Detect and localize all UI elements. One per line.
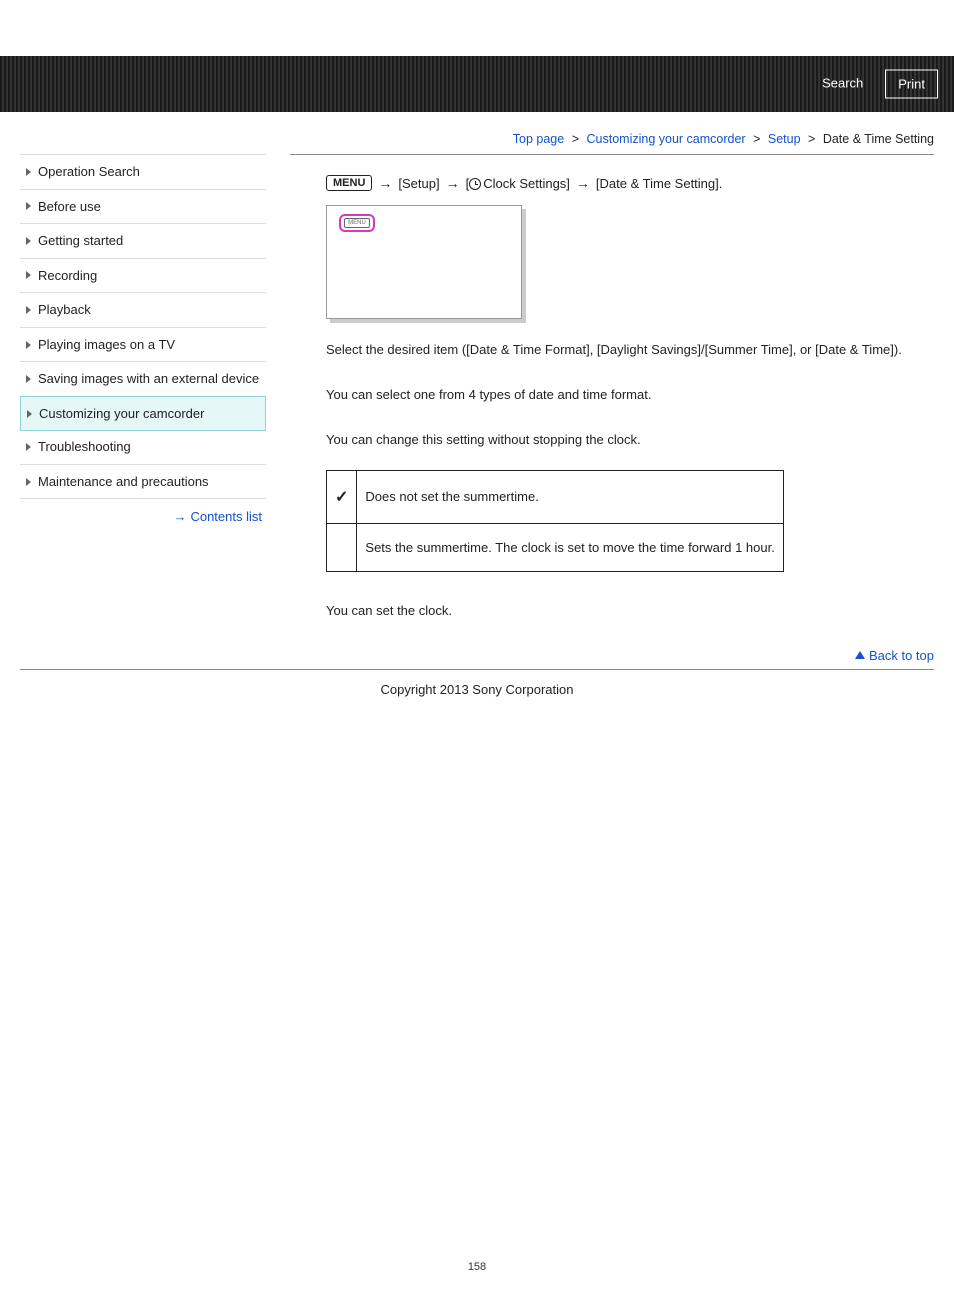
sidebar-item[interactable]: Before use [20, 190, 266, 225]
screen-illustration: MENU [326, 205, 522, 319]
top-bar: Search Print [0, 56, 954, 112]
table-row: ✓ Does not set the summertime. [327, 470, 784, 523]
sidebar-item[interactable]: Playback [20, 293, 266, 328]
arrow-right-icon: → [173, 509, 186, 524]
sidebar-item[interactable]: Recording [20, 259, 266, 294]
triangle-up-icon [855, 651, 865, 659]
menu-badge-icon: MENU [326, 175, 372, 191]
clock-icon [469, 178, 481, 190]
sidebar: Operation SearchBefore useGetting starte… [20, 154, 266, 640]
table-row: Sets the summertime. The clock is set to… [327, 523, 784, 571]
sidebar-item[interactable]: Operation Search [20, 155, 266, 190]
arrow-icon: → [446, 175, 460, 191]
page-number: 158 [0, 1261, 954, 1273]
select-desired-text: Select the desired item ([Date & Time Fo… [326, 341, 934, 360]
mini-menu-label: MENU [344, 218, 370, 228]
path-target: [Date & Time Setting]. [596, 176, 722, 191]
format-note-text: You can select one from 4 types of date … [326, 386, 934, 405]
sidebar-item[interactable]: Troubleshooting [20, 430, 266, 465]
print-button[interactable]: Print [885, 70, 938, 99]
path-setup: [Setup] [398, 176, 439, 191]
summer-intro-text: You can change this setting without stop… [326, 431, 934, 450]
breadcrumb-link-setup[interactable]: Setup [768, 132, 801, 146]
sidebar-item[interactable]: Saving images with an external device [20, 362, 266, 397]
option-on-text: Sets the summertime. The clock is set to… [357, 523, 783, 571]
sidebar-item[interactable]: Playing images on a TV [20, 328, 266, 363]
option-off-text: Does not set the summertime. [357, 470, 783, 523]
back-to-top-link[interactable]: Back to top [0, 640, 954, 667]
main-content: MENU → [Setup] → [Clock Settings] → [Dat… [290, 154, 934, 640]
checkmark-icon: ✓ [327, 470, 357, 523]
arrow-icon: → [576, 175, 590, 191]
breadcrumb-current: Date & Time Setting [823, 132, 934, 146]
breadcrumb-link-top[interactable]: Top page [513, 132, 564, 146]
clock-note-text: You can set the clock. [326, 602, 934, 621]
sidebar-item[interactable]: Customizing your camcorder [20, 396, 266, 432]
sidebar-item[interactable]: Maintenance and precautions [20, 465, 266, 500]
contents-list-link[interactable]: →Contents list [20, 499, 266, 524]
breadcrumb-link-customizing[interactable]: Customizing your camcorder [587, 132, 746, 146]
copyright-text: Copyright 2013 Sony Corporation [0, 672, 954, 737]
arrow-icon: → [378, 175, 392, 191]
menu-highlight: MENU [339, 214, 375, 232]
sidebar-item[interactable]: Getting started [20, 224, 266, 259]
summertime-table: ✓ Does not set the summertime. Sets the … [326, 470, 784, 572]
search-button[interactable]: Search [810, 70, 875, 99]
breadcrumb: Top page > Customizing your camcorder > … [0, 112, 954, 154]
path-clock: [Clock Settings] [466, 176, 570, 191]
menu-path: MENU → [Setup] → [Clock Settings] → [Dat… [326, 175, 934, 191]
